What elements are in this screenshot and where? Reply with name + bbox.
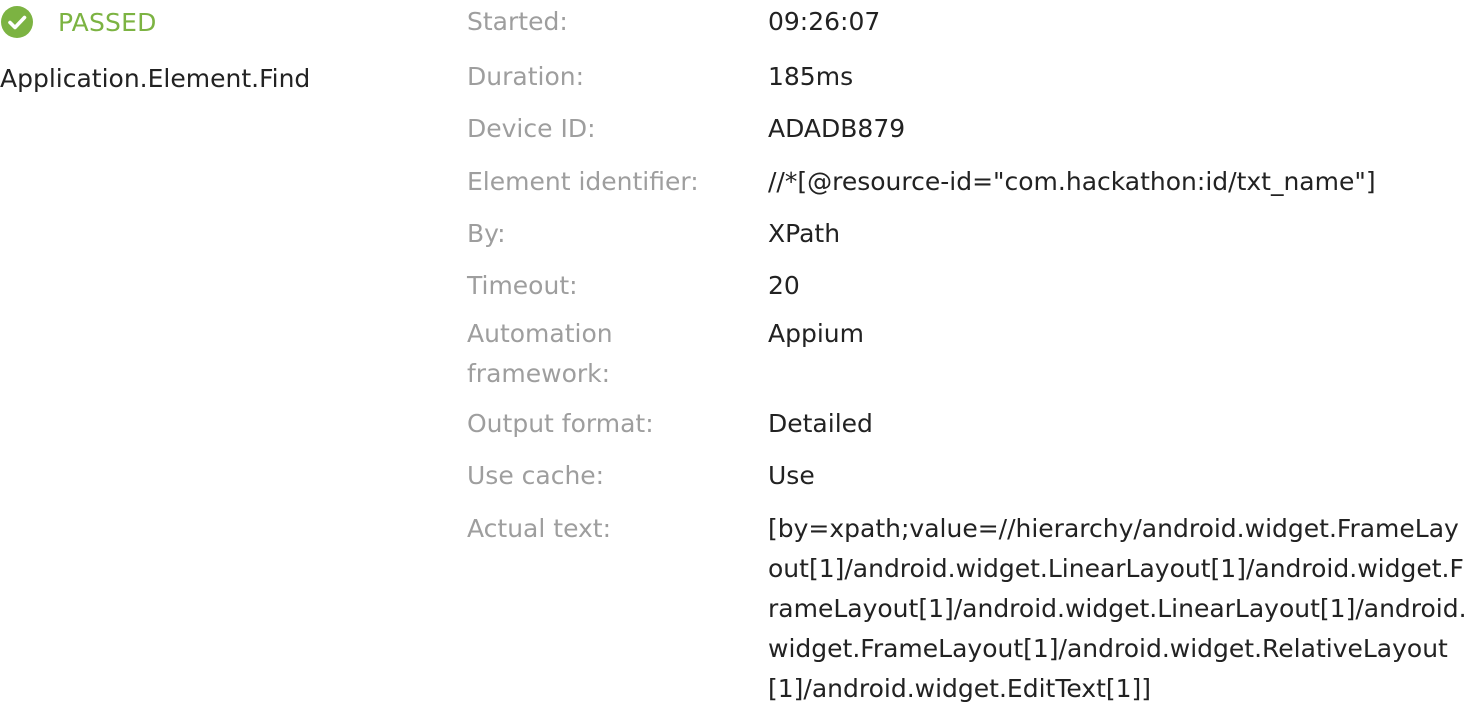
step-name: Application.Element.Find <box>0 64 311 93</box>
detail-value: Appium <box>768 319 864 348</box>
detail-label: Timeout: <box>467 271 578 300</box>
detail-label: By: <box>467 219 506 248</box>
detail-label: Element identifier: <box>467 167 699 196</box>
detail-value: 185ms <box>768 62 854 91</box>
detail-label: Duration: <box>467 62 585 91</box>
detail-value: //*[@resource-id="com.hackathon:id/txt_n… <box>768 167 1376 196</box>
detail-label: Use cache: <box>467 461 605 490</box>
detail-label: Started: <box>467 7 568 36</box>
detail-label: Automation framework: <box>467 319 613 388</box>
status-label: PASSED <box>58 7 157 37</box>
detail-value: Use <box>768 461 815 490</box>
detail-value: ADADB879 <box>768 114 906 143</box>
check-circle-icon <box>1 6 33 38</box>
detail-label: Actual text: <box>467 514 612 543</box>
detail-label: Device ID: <box>467 114 596 143</box>
detail-value: [by=xpath;value=//hierarchy/android.widg… <box>768 514 1467 703</box>
detail-value: 09:26:07 <box>768 7 881 36</box>
detail-value: 20 <box>768 271 800 300</box>
detail-label: Output format: <box>467 409 654 438</box>
status-indicator: PASSED <box>0 0 157 44</box>
detail-value: Detailed <box>768 409 873 438</box>
detail-value: XPath <box>768 219 841 248</box>
